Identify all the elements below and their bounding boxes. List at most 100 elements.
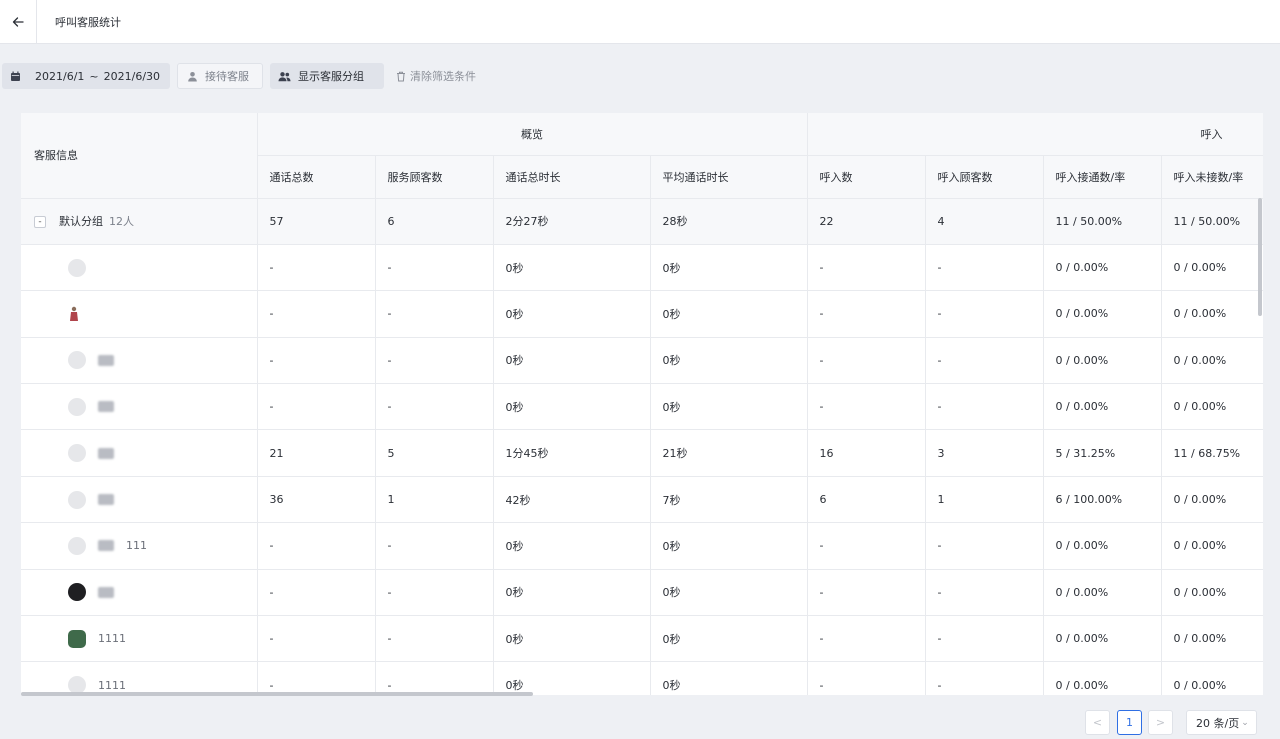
column-header[interactable]: 通话总数 [257, 155, 376, 199]
clear-filters-button[interactable]: 清除筛选条件 [394, 63, 484, 89]
page-number-button[interactable]: 1 [1117, 710, 1142, 735]
agent-cell: 1111 [21, 661, 258, 695]
table-cell: 0 / 0.00% [1043, 615, 1162, 663]
agent-cell: 1111 [21, 615, 258, 663]
table-cell: - [257, 244, 376, 292]
back-button[interactable] [0, 0, 37, 44]
table-cell: - [375, 337, 494, 385]
prev-page-button[interactable]: < [1085, 710, 1110, 735]
top-bar: 呼叫客服统计 [0, 0, 1280, 44]
date-separator: ~ [89, 69, 99, 83]
table-row[interactable]: 36 1 42秒 7秒 6 1 6 / 100.00% 0 / 0.00% [21, 476, 1263, 524]
table-cell: - [807, 522, 926, 570]
table-cell: 0秒 [493, 383, 651, 431]
vertical-scrollbar[interactable] [1258, 198, 1262, 316]
column-header[interactable]: 通话总时长 [493, 155, 651, 199]
table-cell: 0秒 [493, 569, 651, 617]
table-cell: 1分45秒 [493, 429, 651, 477]
table-cell: 0 / 0.00% [1043, 244, 1162, 292]
collapse-toggle[interactable]: - [34, 216, 46, 229]
table-cell: 0秒 [650, 615, 808, 663]
agent-name: 111 [126, 539, 147, 553]
horizontal-scrollbar[interactable] [21, 692, 533, 696]
redacted-name [98, 540, 114, 552]
redacted-name [98, 494, 114, 506]
table-cell: 21 [257, 429, 376, 477]
table-cell: - [925, 383, 1044, 431]
agent-filter-label: 接待客服 [205, 70, 249, 83]
column-header[interactable]: 呼入顾客数 [925, 155, 1044, 199]
table-cell: - [925, 244, 1044, 292]
agent-cell [21, 244, 258, 292]
table-cell: 1 [375, 476, 494, 524]
show-group-label: 显示客服分组 [298, 70, 364, 83]
stats-table-panel[interactable]: 客服信息 概览 呼入 通话总数 服务顾客数 通话总时长 平均通话时长 呼入数 呼… [21, 113, 1263, 695]
table-cell: - [375, 569, 494, 617]
table-cell: 0秒 [493, 244, 651, 292]
avatar [68, 397, 86, 416]
table-cell: - [375, 661, 494, 695]
table-row[interactable]: 1111- -0秒 0秒 - -0 / 0.00% 0 / 0.00% [21, 615, 1263, 663]
table-cell: 7秒 [650, 476, 808, 524]
clear-filters-label: 清除筛选条件 [410, 70, 476, 83]
agent-name: 1111 [98, 632, 126, 646]
table-cell: 0秒 [650, 290, 808, 338]
group-row: - 默认分组 12人 57 6 2分27秒 28秒 22 4 11 / 50.00%… [21, 198, 1263, 245]
table-cell: 42秒 [493, 476, 651, 524]
table-cell: 5 / 31.25% [1043, 429, 1162, 477]
table-cell: 0 / 0.00% [1161, 522, 1263, 570]
column-header[interactable]: 服务顾客数 [375, 155, 494, 199]
table-cell: - [807, 569, 926, 617]
table-cell: - [257, 569, 376, 617]
table-cell: 0 / 0.00% [1043, 383, 1162, 431]
avatar [68, 490, 86, 509]
avatar [68, 536, 86, 555]
users-icon [278, 71, 291, 81]
table-cell: 28秒 [650, 198, 808, 245]
header-group-inbound: 呼入 [807, 113, 1263, 156]
page-size-select[interactable]: 20 条/页 ⌄ [1186, 710, 1257, 735]
table-cell: 0秒 [493, 337, 651, 385]
agent-filter-button[interactable]: 接待客服 [177, 63, 263, 89]
table-cell: - [925, 615, 1044, 663]
table-cell: 22 [807, 198, 926, 245]
table-cell: 0 / 0.00% [1161, 383, 1263, 431]
trash-icon [397, 71, 405, 81]
table-row[interactable]: - -0秒 0秒 - -0 / 0.00% 0 / 0.00% [21, 337, 1263, 385]
date-end: 2021/6/30 [103, 69, 161, 83]
table-cell: - [257, 615, 376, 663]
table-cell: 0秒 [650, 661, 808, 695]
table-cell: - [375, 615, 494, 663]
group-cell: - 默认分组 12人 [21, 198, 258, 245]
table-cell: - [375, 383, 494, 431]
date-range-picker[interactable]: 2021/6/1 ~ 2021/6/30 [2, 63, 170, 89]
header-group-overview: 概览 [257, 113, 808, 156]
table-row[interactable]: 21 5 1分45秒 21秒 16 3 5 / 31.25% 11 / 68.75% [21, 429, 1263, 477]
table-cell: 0 / 0.00% [1043, 522, 1162, 570]
table-cell: - [257, 337, 376, 385]
avatar [68, 583, 86, 602]
column-header[interactable]: 呼入接通数/率 [1043, 155, 1162, 199]
table-row[interactable]: - -0秒 0秒 - -0 / 0.00% 0 / 0.00% [21, 290, 1263, 338]
table-cell: 0 / 0.00% [1161, 244, 1263, 292]
header-agent-info: 客服信息 [21, 113, 258, 199]
stats-table: 客服信息 概览 呼入 通话总数 服务顾客数 通话总时长 平均通话时长 呼入数 呼… [21, 113, 1263, 695]
table-row[interactable]: 111- -0秒 0秒 - -0 / 0.00% 0 / 0.00% [21, 522, 1263, 570]
table-row[interactable]: - -0秒 0秒 - -0 / 0.00% 0 / 0.00% [21, 569, 1263, 617]
column-header[interactable]: 呼入数 [807, 155, 926, 199]
table-cell: - [807, 383, 926, 431]
table-row[interactable]: - -0秒 0秒 - -0 / 0.00% 0 / 0.00% [21, 383, 1263, 431]
show-group-toggle[interactable]: 显示客服分组 [270, 63, 384, 89]
table-cell: 0秒 [493, 661, 651, 695]
table-cell: 36 [257, 476, 376, 524]
column-header[interactable]: 平均通话时长 [650, 155, 808, 199]
agent-cell [21, 429, 258, 477]
page-size-value: 20 条/页 [1196, 716, 1240, 730]
table-row[interactable]: 1111- -0秒 0秒 - -0 / 0.00% 0 / 0.00% [21, 661, 1263, 695]
table-cell: - [375, 290, 494, 338]
table-cell: - [807, 244, 926, 292]
next-page-button[interactable]: > [1148, 710, 1173, 735]
table-row[interactable]: - -0秒 0秒 - -0 / 0.00% 0 / 0.00% [21, 244, 1263, 292]
column-header[interactable]: 呼入未接数/率 [1161, 155, 1263, 199]
agent-cell [21, 337, 258, 385]
